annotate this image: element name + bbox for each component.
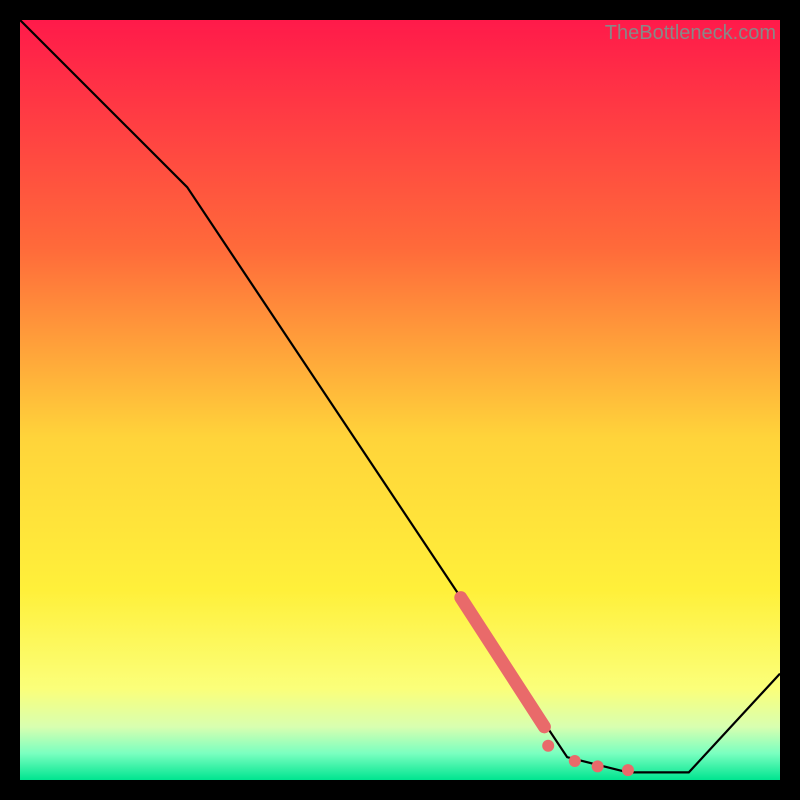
attribution-label: TheBottleneck.com [605,22,776,45]
highlight-dot [592,760,604,772]
chart-container: TheBottleneck.com [20,20,780,780]
highlight-dot [569,755,581,767]
highlight-dot [622,764,634,776]
bottleneck-chart [20,20,780,780]
highlight-dot [542,740,554,752]
